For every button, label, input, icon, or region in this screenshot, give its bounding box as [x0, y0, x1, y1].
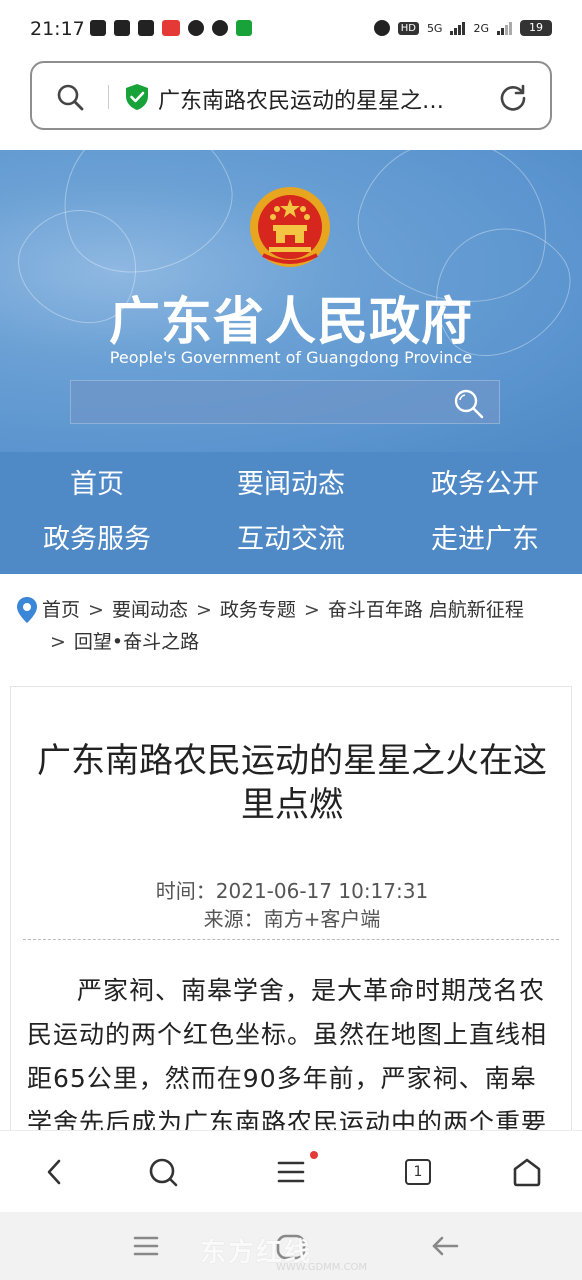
status-bar: 21:17 HD 5G 2G 19 — [0, 0, 582, 58]
address-bar[interactable]: 广东南路农民运动的星星之… — [30, 61, 552, 130]
back-arrow-icon[interactable] — [430, 1234, 460, 1258]
app-icon — [114, 20, 130, 36]
site-title: 广东省人民政府 — [108, 293, 473, 352]
network-label-2: 2G — [473, 21, 489, 35]
search-icon[interactable] — [56, 83, 84, 111]
nav-about-guangdong[interactable]: 走进广东 — [388, 517, 582, 569]
alarm-icon — [373, 20, 390, 36]
national-emblem-icon — [250, 187, 330, 267]
message-icon — [138, 20, 154, 36]
watermark-url: WWW.GDMM.COM — [276, 1262, 368, 1273]
signal-icon-2 — [497, 21, 512, 35]
article-body: 严家祠、南皋学舍，是大革命时期茂名农民运动的两个红色坐标。虽然在地图上直线相距6… — [27, 976, 548, 1137]
compass-icon — [212, 20, 228, 36]
chat-icon — [188, 20, 204, 36]
main-nav: 首页 要闻动态 政务公开 政务服务 互动交流 走进广东 — [0, 452, 582, 574]
shield-check-icon — [126, 84, 148, 110]
breadcrumb-separator: > — [88, 599, 104, 621]
location-pin-icon — [17, 597, 37, 623]
article-source: 来源：南方+客户端 — [203, 907, 381, 931]
status-time: 21:17 — [30, 18, 85, 40]
system-nav-bar: 东方红线 WWW.GDMM.COM — [0, 1212, 582, 1280]
news-icon — [162, 20, 180, 36]
status-right: HD 5G 2G 19 — [373, 20, 552, 36]
reload-icon[interactable] — [498, 82, 528, 112]
nav-interaction[interactable]: 互动交流 — [194, 517, 388, 569]
breadcrumb-item-current[interactable]: 回望•奋斗之路 — [74, 631, 199, 653]
nav-government-affairs[interactable]: 政务公开 — [388, 462, 582, 517]
battery-icon: 19 — [520, 20, 552, 36]
site-banner: 广东省人民政府 People's Government of Guangdong… — [0, 150, 582, 452]
site-search-input[interactable] — [70, 380, 500, 424]
breadcrumb-separator: > — [50, 631, 66, 653]
green-app-icon — [236, 20, 252, 36]
breadcrumb-trail: 首页 > 要闻动态 > 政务专题 > 奋斗百年路 启航新征程 > 回望•奋斗之路 — [42, 594, 552, 658]
breadcrumb-item-home[interactable]: 首页 — [42, 599, 80, 621]
divider — [23, 939, 559, 940]
home-icon[interactable] — [510, 1155, 544, 1189]
breadcrumb-item-news[interactable]: 要闻动态 — [112, 599, 188, 621]
tabs-button[interactable]: 1 — [405, 1159, 431, 1185]
notification-icons — [90, 20, 252, 36]
article-time: 时间：2021-06-17 10:17:31 — [155, 879, 429, 903]
nav-news[interactable]: 要闻动态 — [194, 462, 388, 517]
hd-label: HD — [397, 21, 419, 35]
nav-services[interactable]: 政务服务 — [0, 517, 194, 569]
nav-home[interactable]: 首页 — [0, 462, 194, 517]
article-card: 广东南路农民运动的星星之火在这里点燃 时间：2021-06-17 10:17:3… — [10, 686, 572, 1146]
breadcrumb-item-topics[interactable]: 政务专题 — [220, 599, 296, 621]
address-divider — [108, 85, 109, 109]
page-title-address[interactable]: 广东南路农民运动的星星之… — [158, 83, 488, 115]
breadcrumb-separator: > — [195, 599, 212, 621]
tiktok-icon — [90, 20, 106, 36]
chevron-left-icon[interactable] — [38, 1155, 72, 1189]
browser-toolbar: 1 — [0, 1130, 582, 1212]
notification-dot — [310, 1151, 318, 1159]
site-subtitle: People's Government of Guangdong Provinc… — [109, 348, 473, 367]
breadcrumb-separator: > — [303, 599, 320, 621]
recent-apps-icon[interactable] — [132, 1234, 160, 1258]
article-title: 广东南路农民运动的星星之火在这里点燃 — [37, 741, 547, 825]
signal-icon — [450, 21, 466, 35]
breadcrumb-item-special[interactable]: 奋斗百年路 启航新征程 — [328, 599, 524, 621]
search-icon[interactable] — [453, 388, 485, 420]
hamburger-icon[interactable] — [274, 1155, 308, 1189]
network-label-1: 5G — [426, 21, 443, 35]
search-icon[interactable] — [146, 1155, 180, 1189]
